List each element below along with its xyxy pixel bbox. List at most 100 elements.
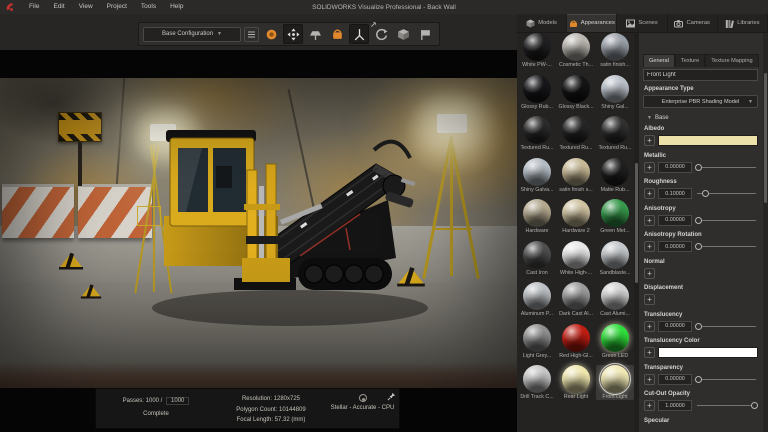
add-texture-button[interactable]: + <box>644 135 655 146</box>
passes-label: Passes: <box>123 398 144 404</box>
prop-tab-texture[interactable]: Texture <box>675 54 705 67</box>
appearance-swatch[interactable]: White PW-... <box>518 33 556 68</box>
appearance-swatch[interactable]: Matte Rub... <box>596 158 634 193</box>
appearance-swatch[interactable]: Shiny Gal... <box>596 75 634 110</box>
appearance-swatch[interactable]: Light Grey... <box>518 324 556 359</box>
value-slider[interactable] <box>695 400 758 411</box>
menu-project[interactable]: Project <box>100 0 134 14</box>
appearance-swatch[interactable]: Shiny Galva... <box>518 158 556 193</box>
tab-cameras[interactable]: Cameras <box>668 14 718 32</box>
prop-tab-texture-mapping[interactable]: Texture Mapping <box>705 54 758 67</box>
appearance-swatch[interactable]: Drill Track C... <box>518 365 556 400</box>
scrollbar-thumb[interactable] <box>764 73 767 203</box>
tab-scenes[interactable]: Scenes <box>617 14 667 32</box>
focal-length-text: Focal Length: 57.32 (mm) <box>216 415 326 426</box>
value-input[interactable]: 0.00000 <box>658 374 692 385</box>
appearance-swatch[interactable]: Cast Iron <box>518 241 556 276</box>
appearance-type-dropdown[interactable]: Enterprise PBR Shading Model ▼ <box>643 95 758 108</box>
appearance-swatch[interactable]: Textured Ru... <box>518 116 556 151</box>
render-mode-button[interactable] <box>261 24 281 44</box>
value-slider[interactable] <box>695 215 758 226</box>
appearance-swatch[interactable]: Hardware 2 <box>557 199 595 234</box>
property-translucency-color: Translucency Color+ <box>644 338 758 359</box>
slider-knob[interactable] <box>702 190 709 197</box>
passes-total-input[interactable]: 1000 <box>166 397 189 405</box>
appearance-swatch[interactable]: Green LED <box>596 324 634 359</box>
appearance-swatch[interactable]: Cast Alumi... <box>596 282 634 317</box>
appearance-swatch[interactable]: Front Light <box>596 365 634 400</box>
appearance-bucket-button[interactable] <box>327 24 347 44</box>
add-texture-button[interactable]: + <box>644 268 655 279</box>
menu-file[interactable]: File <box>22 0 46 14</box>
appearance-name-input[interactable] <box>643 69 758 81</box>
appearance-swatch[interactable]: Glossy Black... <box>557 75 595 110</box>
navigate-button[interactable] <box>283 24 303 44</box>
add-texture-button[interactable]: + <box>644 294 655 305</box>
add-texture-button[interactable]: + <box>644 162 655 173</box>
pin-icon[interactable] <box>387 392 396 401</box>
add-texture-button[interactable]: + <box>644 188 655 199</box>
expand-toolbar-icon[interactable]: ↗ <box>370 20 377 29</box>
appearance-swatch[interactable]: Sandblaste... <box>596 241 634 276</box>
value-input[interactable]: 0.00000 <box>658 241 692 252</box>
color-swatch[interactable] <box>658 135 758 146</box>
prop-tab-general[interactable]: General <box>643 54 675 67</box>
tab-libraries[interactable]: Libraries <box>718 14 768 32</box>
slider-knob[interactable] <box>695 164 702 171</box>
add-texture-button[interactable]: + <box>644 374 655 385</box>
configuration-dropdown[interactable]: Base Configuration ▼ <box>143 27 241 42</box>
slider-knob[interactable] <box>695 376 702 383</box>
model-box-button[interactable] <box>393 24 413 44</box>
value-input[interactable]: 1.00000 <box>658 400 692 411</box>
material-sphere <box>562 158 590 186</box>
color-swatch[interactable] <box>658 347 758 358</box>
slider-knob[interactable] <box>751 402 758 409</box>
value-slider[interactable] <box>695 241 758 252</box>
appearance-swatch[interactable]: Hardware <box>518 199 556 234</box>
menu-help[interactable]: Help <box>163 0 190 14</box>
configuration-list-button[interactable] <box>244 27 259 42</box>
value-slider[interactable] <box>695 162 758 173</box>
properties-scrollbar[interactable] <box>763 33 768 432</box>
add-texture-button[interactable]: + <box>644 321 655 332</box>
appearance-swatch[interactable]: satin finish s... <box>557 158 595 193</box>
value-input[interactable]: 0.00000 <box>658 162 692 173</box>
appearance-swatch[interactable]: Aluminum P... <box>518 282 556 317</box>
appearance-swatch[interactable]: White High-... <box>557 241 595 276</box>
pan-button[interactable] <box>415 24 435 44</box>
base-section-header[interactable]: ▼Base <box>647 115 669 121</box>
menu-tools[interactable]: Tools <box>134 0 163 14</box>
value-input[interactable]: 0.00000 <box>658 215 692 226</box>
appearance-swatch[interactable]: Glossy Rub... <box>518 75 556 110</box>
value-input[interactable]: 0.10000 <box>658 188 692 199</box>
menu-view[interactable]: View <box>72 0 100 14</box>
value-slider[interactable] <box>695 374 758 385</box>
tab-models[interactable]: Models <box>517 14 567 32</box>
tab-appearances[interactable]: Appearances <box>567 14 617 32</box>
add-texture-button[interactable]: + <box>644 241 655 252</box>
slider-knob[interactable] <box>695 323 702 330</box>
value-slider[interactable] <box>695 188 758 199</box>
appearance-swatch[interactable]: Rear Light <box>557 365 595 400</box>
appearance-swatch[interactable]: Textured Ru... <box>596 116 634 151</box>
slider-knob[interactable] <box>695 243 702 250</box>
value-slider[interactable] <box>695 321 758 332</box>
add-texture-button[interactable]: + <box>644 400 655 411</box>
render-viewport[interactable]: Yellow horizontal directional drill rig … <box>0 50 517 432</box>
slider-knob[interactable] <box>695 217 702 224</box>
property-label: Albedo <box>644 126 758 132</box>
appearance-swatch[interactable]: satin finish... <box>596 33 634 68</box>
lighting-button[interactable] <box>305 24 325 44</box>
appearance-type-label: Appearance Type <box>644 86 694 92</box>
scrollbar-thumb[interactable] <box>635 163 638 283</box>
add-texture-button[interactable]: + <box>644 215 655 226</box>
add-texture-button[interactable]: + <box>644 347 655 358</box>
appearance-swatch[interactable]: Dark Cast Al... <box>557 282 595 317</box>
appearance-swatch[interactable]: Cosmetic Th... <box>557 33 595 68</box>
pivot-button[interactable] <box>349 24 369 44</box>
appearance-swatch[interactable]: Red High-Gl... <box>557 324 595 359</box>
value-input[interactable]: 0.00000 <box>658 321 692 332</box>
appearance-swatch[interactable]: Green Met... <box>596 199 634 234</box>
menu-edit[interactable]: Edit <box>46 0 71 14</box>
appearance-swatch[interactable]: Textured Ru... <box>557 116 595 151</box>
